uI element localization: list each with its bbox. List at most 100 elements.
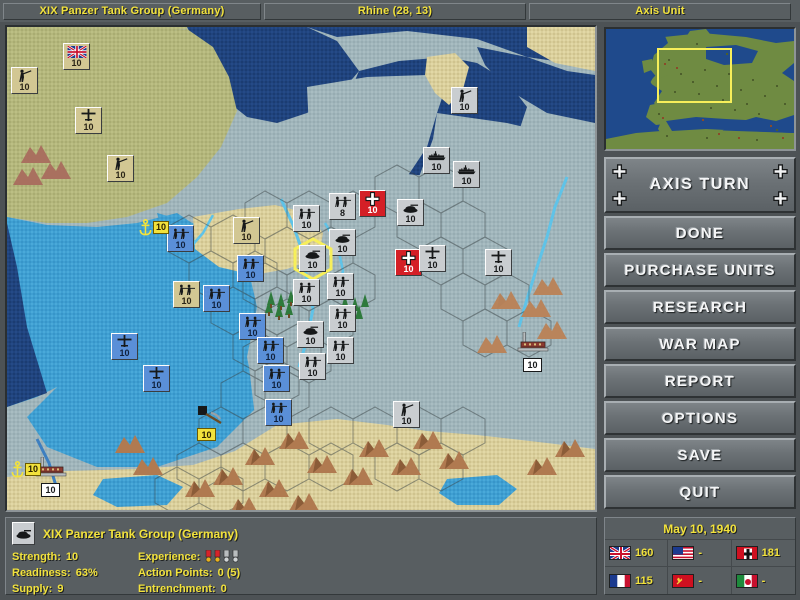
map-unit-aa-gun[interactable]: 10 [11,67,38,94]
infantry-icon [240,314,265,329]
map-unit-air[interactable]: 10 [485,249,512,276]
map-unit-tank[interactable]: 10 [397,199,424,226]
map-unit-infantry[interactable]: 10 [239,313,266,340]
menu-button-list: DONE PURCHASE UNITS RESEARCH WAR MAP REPORT O… [604,216,796,513]
map-unit-tank[interactable]: 10 [297,321,324,348]
map-unit-flag-uk[interactable]: 10 [63,43,90,70]
infantry-icon [294,280,319,295]
map-unit-infantry[interactable]: 10 [293,205,320,232]
unit-strength-value: 8 [339,208,345,218]
infantry-icon [294,206,319,221]
map-unit-hq[interactable]: 10 [359,190,386,217]
map-unit-hq[interactable]: 10 [395,249,422,276]
map-unit-air[interactable]: 10 [75,107,102,134]
flag-uk-icon [609,546,631,560]
nation-mp-value: - [761,574,766,587]
map-unit-air[interactable]: 10 [111,333,138,360]
done-button[interactable]: DONE [604,216,796,250]
map-unit-tank[interactable]: 10 [329,229,356,256]
map-unit-infantry[interactable]: 10 [257,337,284,364]
nation-cell-italy: - [732,567,795,594]
air-icon [144,366,169,381]
medal-empty-icon [233,550,239,563]
unit-name: XIX Panzer Tank Group (Germany) [43,526,239,541]
map-unit-air[interactable]: 10 [143,365,170,392]
strength-value: 10 [65,550,79,563]
port-marker[interactable]: 10 [11,461,42,478]
action-points-label: Action Points: [138,566,213,579]
mine-resource[interactable]: 10 [197,405,223,441]
map-unit-infantry[interactable]: 10 [329,305,356,332]
map-unit-infantry[interactable]: 10 [265,399,292,426]
map-unit-infantry[interactable]: 10 [173,281,200,308]
map-unit-aa-gun[interactable]: 10 [393,401,420,428]
map-unit-infantry[interactable]: 10 [167,225,194,252]
map-unit-aa-gun[interactable]: 10 [233,217,260,244]
map-unit-ship[interactable]: 10 [453,161,480,188]
map-unit-infantry[interactable]: 10 [203,285,230,312]
unit-strength-value: 10 [265,352,276,362]
infantry-icon [168,226,193,241]
infantry-icon [330,194,355,209]
map-unit-infantry[interactable]: 10 [327,273,354,300]
flag-ussr-icon [672,573,695,588]
unit-strength-value: 10 [71,58,82,68]
infantry-icon [330,306,355,321]
nation-cell-france: 115 [605,567,669,594]
air-icon [112,334,137,349]
ship-icon [454,162,479,177]
unit-strength-value: 10 [337,320,348,330]
entrenchment-value: 0 [220,582,227,595]
experience-medals [205,550,239,563]
unit-strength-value: 10 [307,260,318,270]
war-map-button[interactable]: WAR MAP [604,327,796,361]
map-unit-ship[interactable]: 10 [423,147,450,174]
stat-supply: Supply: 9 [12,581,132,596]
infantry-icon [264,366,289,381]
nation-cell-germany: 181 [731,540,795,567]
map-unit-air[interactable]: 10 [419,245,446,272]
balkenkreuz-icon [773,164,788,179]
balkenkreuz-icon [612,164,627,179]
nation-mp-value: 160 [635,547,654,559]
research-button[interactable]: RESEARCH [604,290,796,324]
game-window: XIX Panzer Tank Group (Germany) Rhine (2… [0,0,800,600]
map-unit-infantry[interactable]: 10 [263,365,290,392]
air-icon [420,246,445,261]
report-button[interactable]: REPORT [604,364,796,398]
map-unit-infantry[interactable]: 10 [237,255,264,282]
save-button[interactable]: SAVE [604,438,796,472]
map-unit-tank[interactable]: 10 [299,245,326,272]
quit-button[interactable]: QUIT [604,475,796,509]
supply-label: Supply: [12,582,53,595]
map-unit-aa-gun[interactable]: 10 [107,155,134,182]
port-marker[interactable]: 10 [139,219,170,236]
options-button[interactable]: OPTIONS [604,401,796,435]
balkenkreuz-icon [773,191,788,206]
map-unit-aa-gun[interactable]: 10 [451,87,478,114]
purchase-units-button[interactable]: PURCHASE UNITS [604,253,796,287]
map-viewport[interactable]: 10 10 10 10 10 10 10 10 10 10 10 10 10 10 10 8 10 10 10 10 1… [5,25,597,512]
stat-readiness: Readiness: 63% [12,565,132,580]
stat-strength: Strength: 10 [12,549,132,564]
map-unit-infantry[interactable]: 10 [293,279,320,306]
anchor-icon [139,219,152,236]
map-unit-infantry[interactable]: 10 [299,353,326,380]
industrial-city[interactable]: 10 [517,331,551,372]
tank-icon [300,246,325,261]
nation-mp-value: - [698,574,702,587]
unit-strength-value: 10 [431,162,442,172]
anchor-icon [11,461,24,478]
map-unit-infantry[interactable]: 10 [327,337,354,364]
hex-map[interactable]: 10 10 10 10 10 10 10 10 10 10 10 10 10 10 10 8 10 10 10 10 1… [7,27,595,510]
axis-turn-banner[interactable]: AXIS TURN [604,157,796,213]
report-button-label: REPORT [664,372,736,390]
axis-turn-label: AXIS TURN [649,176,751,193]
nation-mp-value: - [698,547,702,559]
tank-icon [330,230,355,245]
nation-cell-soviet-union: - [668,567,732,594]
nation-mp-value: 181 [761,547,781,559]
minimap[interactable] [604,27,796,151]
map-unit-infantry[interactable]: 8 [329,193,356,220]
date-and-nations-panel: May 10, 1940 160 - 181 115 - - [604,517,796,595]
